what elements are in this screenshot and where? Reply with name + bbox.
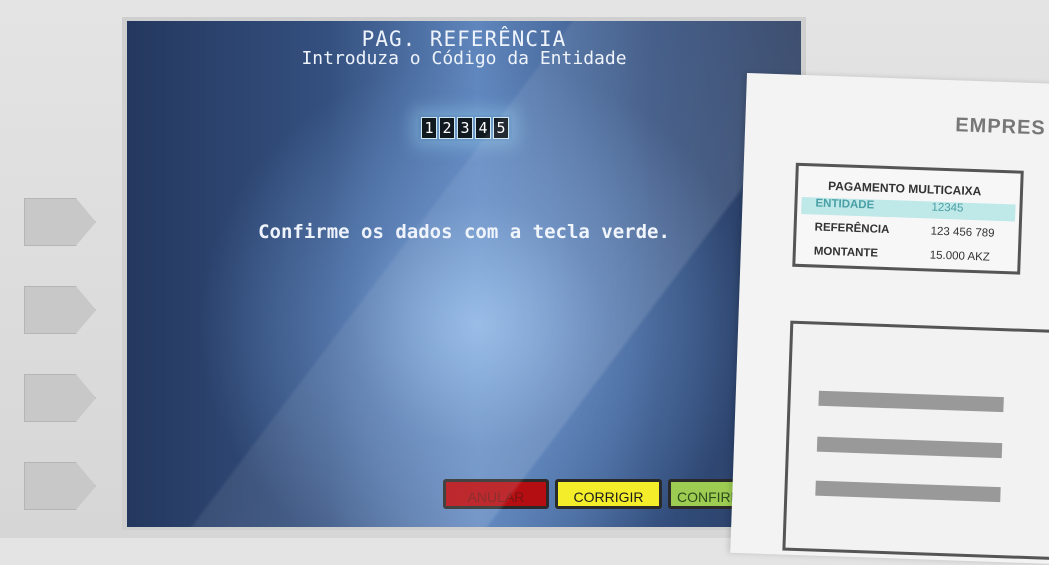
confirm-message: Confirme os dados com a tecla verde.	[258, 221, 670, 243]
row-label: REFERÊNCIA	[814, 221, 890, 237]
text-line-placeholder	[818, 390, 1004, 413]
code-digit: 1	[421, 117, 437, 139]
reference-row: REFERÊNCIA 123 456 789	[800, 221, 1014, 245]
cancel-button[interactable]: ANULAR	[443, 479, 549, 509]
atm-side-button[interactable]	[24, 462, 96, 510]
document-placeholder	[782, 320, 1049, 561]
correct-button[interactable]: CORRIGIR	[555, 479, 662, 509]
screen-subtitle: Introduza o Código da Entidade	[301, 48, 627, 69]
atm-side-button[interactable]	[24, 198, 96, 246]
row-value: 12345	[931, 201, 964, 215]
company-heading: EMPRES	[954, 114, 1047, 140]
atm-side-button[interactable]	[24, 286, 96, 334]
amount-row: MONTANTE 15.000 AKZ	[799, 245, 1013, 269]
entity-code-input[interactable]: 1 2 3 4 5	[418, 115, 512, 141]
code-digit: 5	[493, 117, 509, 139]
atm-screen: PAG. REFERÊNCIA Introduza o Código da En…	[127, 21, 801, 527]
row-label: ENTIDADE	[815, 197, 875, 212]
row-label: MONTANTE	[813, 245, 879, 260]
row-value: 123 456 789	[930, 225, 995, 240]
row-value: 15.000 AKZ	[929, 249, 991, 264]
entity-row: ENTIDADE 12345	[801, 196, 1016, 222]
payment-receipt: EMPRES PAGAMENTO MULTICAIXA ENTIDADE 123…	[730, 73, 1049, 565]
text-line-placeholder	[816, 436, 1003, 459]
text-line-placeholder	[815, 480, 1001, 503]
payment-title: PAGAMENTO MULTICAIXA	[827, 178, 982, 199]
payment-details-box: PAGAMENTO MULTICAIXA ENTIDADE 12345 REFE…	[792, 162, 1024, 275]
atm-side-button[interactable]	[24, 374, 96, 422]
code-digit: 4	[475, 117, 491, 139]
code-digit: 3	[457, 117, 473, 139]
code-digit: 2	[439, 117, 455, 139]
